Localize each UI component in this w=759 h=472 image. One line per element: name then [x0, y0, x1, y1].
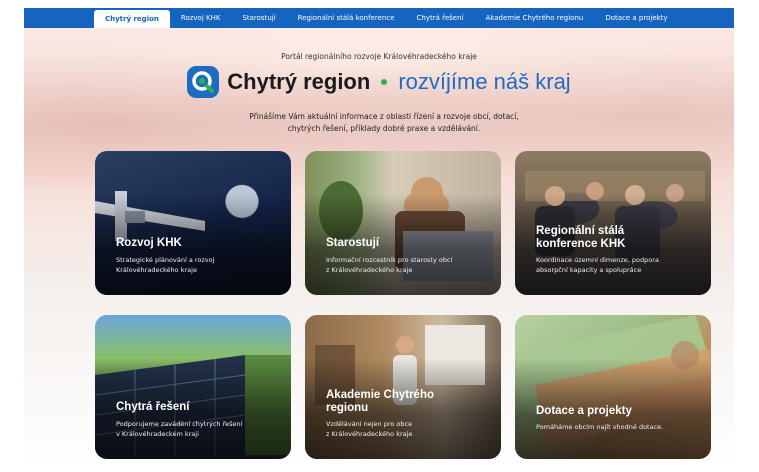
card-description: Vzdělávání nejen pro obce z Královéhrade…: [326, 419, 412, 439]
card-chytra-reseni[interactable]: Chytrá řešení Podporujeme zavádění chytr…: [95, 315, 291, 459]
nav-item-regionalni-konference[interactable]: Regionální stálá konference: [287, 8, 406, 28]
card-desc-line: absorpční kapacity a spolupráce: [536, 266, 642, 274]
hero-headline: Chytrý region rozvíjíme náš kraj: [24, 66, 734, 98]
card-title-line: regionu: [326, 402, 369, 414]
card-title-line: Regionální stálá: [536, 225, 625, 237]
card-desc-line: Informační rozcestník pro starosty obcí: [326, 256, 453, 264]
card-desc-line: Koordinace územní dimenze, podpora: [536, 256, 659, 264]
card-title: Chytrá řešení: [116, 401, 190, 413]
portal-subtitle: Portál regionálního rozvoje Královéhrade…: [281, 52, 477, 61]
nav-item-starostuji[interactable]: Starostují: [231, 8, 286, 28]
card-title: Rozvoj KHK: [116, 237, 182, 249]
card-title: Akademie Chytrého regionu: [326, 389, 434, 415]
top-navigation: Chytrý region Rozvoj KHK Starostují Regi…: [24, 8, 734, 28]
card-description: Podporujeme zavádění chytrých řešení v K…: [116, 419, 242, 439]
card-title-line: konference KHK: [536, 238, 626, 250]
search-logo-icon: [187, 66, 220, 98]
nav-item-dotace[interactable]: Dotace a projekty: [594, 8, 678, 28]
card-desc-line: Pomáháme obcím najít vhodné dotace.: [536, 423, 664, 431]
card-description: Strategické plánování a rozvoj Královéhr…: [116, 255, 214, 275]
card-desc-line: Královéhradeckého kraje: [116, 266, 197, 274]
card-title: Starostují: [326, 237, 380, 249]
card-title: Dotace a projekty: [536, 405, 632, 417]
card-title-line: Akademie Chytrého: [326, 389, 435, 401]
brand-tagline: rozvíjíme náš kraj: [398, 69, 571, 94]
card-rozvoj-khk[interactable]: Rozvoj KHK Strategické plánování a rozvo…: [95, 151, 291, 295]
card-starostuji[interactable]: Starostují Informační rozcestník pro sta…: [305, 151, 501, 295]
intro-text: Přinášíme Vám aktuální informace z oblas…: [234, 111, 534, 135]
nav-item-akademie[interactable]: Akademie Chytrého regionu: [475, 8, 595, 28]
card-desc-line: Podporujeme zavádění chytrých řešení: [116, 420, 243, 428]
card-regionalni-konference[interactable]: Regionální stálá konference KHK Koordina…: [515, 151, 711, 295]
card-description: Informační rozcestník pro starosty obcí …: [326, 255, 452, 275]
card-dotace[interactable]: Dotace a projekty Pomáháme obcím najít v…: [515, 315, 711, 459]
card-desc-line: z Královéhradeckého kraje: [326, 266, 413, 274]
separator-dot: [381, 79, 388, 85]
nav-item-chytry-region[interactable]: Chytrý region: [94, 10, 170, 28]
page-frame: Chytrý region Rozvoj KHK Starostují Regi…: [24, 8, 734, 470]
card-desc-line: Vzdělávání nejen pro obce: [326, 420, 413, 428]
nav-item-chytra-reseni[interactable]: Chytrá řešení: [406, 8, 475, 28]
card-description: Pomáháme obcím najít vhodné dotace.: [536, 422, 663, 432]
intro-line-2: chytrých řešení, příklady dobré praxe a …: [287, 124, 481, 133]
card-desc-line: v Královéhradeckém kraji: [116, 430, 199, 438]
card-desc-line: z Královéhradeckého kraje: [326, 430, 413, 438]
brand-name: Chytrý region: [227, 69, 371, 94]
card-akademie[interactable]: Akademie Chytrého regionu Vzdělávání nej…: [305, 315, 501, 459]
card-title: Regionální stálá konference KHK: [536, 225, 625, 251]
card-description: Koordinace územní dimenze, podpora absor…: [536, 255, 659, 275]
card-desc-line: Strategické plánování a rozvoj: [116, 256, 215, 264]
nav-item-rozvoj-khk[interactable]: Rozvoj KHK: [170, 8, 232, 28]
intro-line-1: Přinášíme Vám aktuální informace z oblas…: [249, 112, 519, 121]
